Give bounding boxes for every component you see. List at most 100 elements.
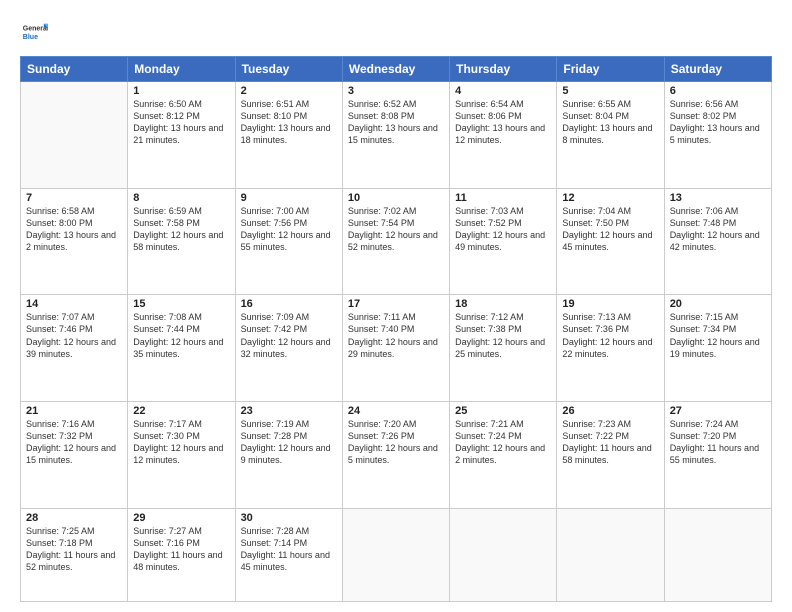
calendar-cell: 18Sunrise: 7:12 AM Sunset: 7:38 PM Dayli… (450, 295, 557, 402)
day-detail: Sunrise: 7:06 AM Sunset: 7:48 PM Dayligh… (670, 205, 766, 254)
day-detail: Sunrise: 7:12 AM Sunset: 7:38 PM Dayligh… (455, 311, 551, 360)
calendar-cell (450, 508, 557, 601)
day-number: 19 (562, 298, 658, 310)
calendar-cell: 20Sunrise: 7:15 AM Sunset: 7:34 PM Dayli… (664, 295, 771, 402)
day-number: 30 (241, 512, 337, 524)
calendar-cell: 8Sunrise: 6:59 AM Sunset: 7:58 PM Daylig… (128, 188, 235, 295)
day-number: 13 (670, 192, 766, 204)
calendar-cell: 3Sunrise: 6:52 AM Sunset: 8:08 PM Daylig… (342, 82, 449, 189)
day-detail: Sunrise: 7:15 AM Sunset: 7:34 PM Dayligh… (670, 311, 766, 360)
calendar-cell: 2Sunrise: 6:51 AM Sunset: 8:10 PM Daylig… (235, 82, 342, 189)
day-number: 21 (26, 405, 122, 417)
day-number: 10 (348, 192, 444, 204)
day-number: 4 (455, 85, 551, 97)
day-number: 26 (562, 405, 658, 417)
calendar-cell (664, 508, 771, 601)
calendar-week-row: 14Sunrise: 7:07 AM Sunset: 7:46 PM Dayli… (21, 295, 772, 402)
day-detail: Sunrise: 7:16 AM Sunset: 7:32 PM Dayligh… (26, 418, 122, 467)
day-detail: Sunrise: 7:27 AM Sunset: 7:16 PM Dayligh… (133, 525, 229, 574)
day-number: 6 (670, 85, 766, 97)
day-detail: Sunrise: 7:02 AM Sunset: 7:54 PM Dayligh… (348, 205, 444, 254)
day-detail: Sunrise: 6:52 AM Sunset: 8:08 PM Dayligh… (348, 98, 444, 147)
calendar-cell: 15Sunrise: 7:08 AM Sunset: 7:44 PM Dayli… (128, 295, 235, 402)
day-number: 1 (133, 85, 229, 97)
day-number: 7 (26, 192, 122, 204)
calendar-week-row: 1Sunrise: 6:50 AM Sunset: 8:12 PM Daylig… (21, 82, 772, 189)
calendar-cell: 29Sunrise: 7:27 AM Sunset: 7:16 PM Dayli… (128, 508, 235, 601)
day-detail: Sunrise: 6:54 AM Sunset: 8:06 PM Dayligh… (455, 98, 551, 147)
day-number: 22 (133, 405, 229, 417)
calendar-cell: 24Sunrise: 7:20 AM Sunset: 7:26 PM Dayli… (342, 401, 449, 508)
col-header-friday: Friday (557, 57, 664, 82)
day-detail: Sunrise: 7:13 AM Sunset: 7:36 PM Dayligh… (562, 311, 658, 360)
day-detail: Sunrise: 7:09 AM Sunset: 7:42 PM Dayligh… (241, 311, 337, 360)
calendar-cell: 11Sunrise: 7:03 AM Sunset: 7:52 PM Dayli… (450, 188, 557, 295)
calendar-cell: 30Sunrise: 7:28 AM Sunset: 7:14 PM Dayli… (235, 508, 342, 601)
day-detail: Sunrise: 7:04 AM Sunset: 7:50 PM Dayligh… (562, 205, 658, 254)
day-number: 14 (26, 298, 122, 310)
col-header-tuesday: Tuesday (235, 57, 342, 82)
day-number: 9 (241, 192, 337, 204)
day-number: 15 (133, 298, 229, 310)
col-header-monday: Monday (128, 57, 235, 82)
day-number: 12 (562, 192, 658, 204)
calendar-cell: 19Sunrise: 7:13 AM Sunset: 7:36 PM Dayli… (557, 295, 664, 402)
day-detail: Sunrise: 7:28 AM Sunset: 7:14 PM Dayligh… (241, 525, 337, 574)
day-detail: Sunrise: 6:55 AM Sunset: 8:04 PM Dayligh… (562, 98, 658, 147)
calendar-cell: 16Sunrise: 7:09 AM Sunset: 7:42 PM Dayli… (235, 295, 342, 402)
day-detail: Sunrise: 6:59 AM Sunset: 7:58 PM Dayligh… (133, 205, 229, 254)
col-header-thursday: Thursday (450, 57, 557, 82)
calendar-cell: 17Sunrise: 7:11 AM Sunset: 7:40 PM Dayli… (342, 295, 449, 402)
day-number: 8 (133, 192, 229, 204)
col-header-wednesday: Wednesday (342, 57, 449, 82)
calendar-week-row: 21Sunrise: 7:16 AM Sunset: 7:32 PM Dayli… (21, 401, 772, 508)
calendar-cell: 1Sunrise: 6:50 AM Sunset: 8:12 PM Daylig… (128, 82, 235, 189)
day-detail: Sunrise: 7:21 AM Sunset: 7:24 PM Dayligh… (455, 418, 551, 467)
col-header-sunday: Sunday (21, 57, 128, 82)
day-detail: Sunrise: 7:20 AM Sunset: 7:26 PM Dayligh… (348, 418, 444, 467)
calendar-cell: 27Sunrise: 7:24 AM Sunset: 7:20 PM Dayli… (664, 401, 771, 508)
day-number: 17 (348, 298, 444, 310)
calendar-cell: 7Sunrise: 6:58 AM Sunset: 8:00 PM Daylig… (21, 188, 128, 295)
logo-icon: General Blue (20, 18, 48, 46)
calendar-cell (21, 82, 128, 189)
day-detail: Sunrise: 7:03 AM Sunset: 7:52 PM Dayligh… (455, 205, 551, 254)
col-header-saturday: Saturday (664, 57, 771, 82)
calendar-cell: 23Sunrise: 7:19 AM Sunset: 7:28 PM Dayli… (235, 401, 342, 508)
day-number: 23 (241, 405, 337, 417)
day-detail: Sunrise: 7:07 AM Sunset: 7:46 PM Dayligh… (26, 311, 122, 360)
calendar-cell: 5Sunrise: 6:55 AM Sunset: 8:04 PM Daylig… (557, 82, 664, 189)
calendar-cell: 12Sunrise: 7:04 AM Sunset: 7:50 PM Dayli… (557, 188, 664, 295)
day-number: 2 (241, 85, 337, 97)
day-detail: Sunrise: 6:51 AM Sunset: 8:10 PM Dayligh… (241, 98, 337, 147)
day-detail: Sunrise: 7:11 AM Sunset: 7:40 PM Dayligh… (348, 311, 444, 360)
calendar-cell: 26Sunrise: 7:23 AM Sunset: 7:22 PM Dayli… (557, 401, 664, 508)
calendar-cell: 9Sunrise: 7:00 AM Sunset: 7:56 PM Daylig… (235, 188, 342, 295)
page-header: General Blue (20, 18, 772, 46)
calendar-cell: 28Sunrise: 7:25 AM Sunset: 7:18 PM Dayli… (21, 508, 128, 601)
day-number: 3 (348, 85, 444, 97)
day-number: 27 (670, 405, 766, 417)
day-number: 25 (455, 405, 551, 417)
calendar-cell: 4Sunrise: 6:54 AM Sunset: 8:06 PM Daylig… (450, 82, 557, 189)
calendar-cell: 22Sunrise: 7:17 AM Sunset: 7:30 PM Dayli… (128, 401, 235, 508)
calendar-header-row: SundayMondayTuesdayWednesdayThursdayFrid… (21, 57, 772, 82)
calendar-cell (342, 508, 449, 601)
day-detail: Sunrise: 7:24 AM Sunset: 7:20 PM Dayligh… (670, 418, 766, 467)
calendar-week-row: 28Sunrise: 7:25 AM Sunset: 7:18 PM Dayli… (21, 508, 772, 601)
day-detail: Sunrise: 7:08 AM Sunset: 7:44 PM Dayligh… (133, 311, 229, 360)
day-detail: Sunrise: 7:19 AM Sunset: 7:28 PM Dayligh… (241, 418, 337, 467)
calendar-cell: 14Sunrise: 7:07 AM Sunset: 7:46 PM Dayli… (21, 295, 128, 402)
day-detail: Sunrise: 7:23 AM Sunset: 7:22 PM Dayligh… (562, 418, 658, 467)
day-detail: Sunrise: 6:58 AM Sunset: 8:00 PM Dayligh… (26, 205, 122, 254)
svg-text:Blue: Blue (23, 34, 38, 41)
day-detail: Sunrise: 7:00 AM Sunset: 7:56 PM Dayligh… (241, 205, 337, 254)
day-number: 29 (133, 512, 229, 524)
calendar-cell: 21Sunrise: 7:16 AM Sunset: 7:32 PM Dayli… (21, 401, 128, 508)
day-number: 11 (455, 192, 551, 204)
day-number: 16 (241, 298, 337, 310)
calendar-week-row: 7Sunrise: 6:58 AM Sunset: 8:00 PM Daylig… (21, 188, 772, 295)
calendar-cell: 10Sunrise: 7:02 AM Sunset: 7:54 PM Dayli… (342, 188, 449, 295)
calendar-cell: 6Sunrise: 6:56 AM Sunset: 8:02 PM Daylig… (664, 82, 771, 189)
day-number: 20 (670, 298, 766, 310)
